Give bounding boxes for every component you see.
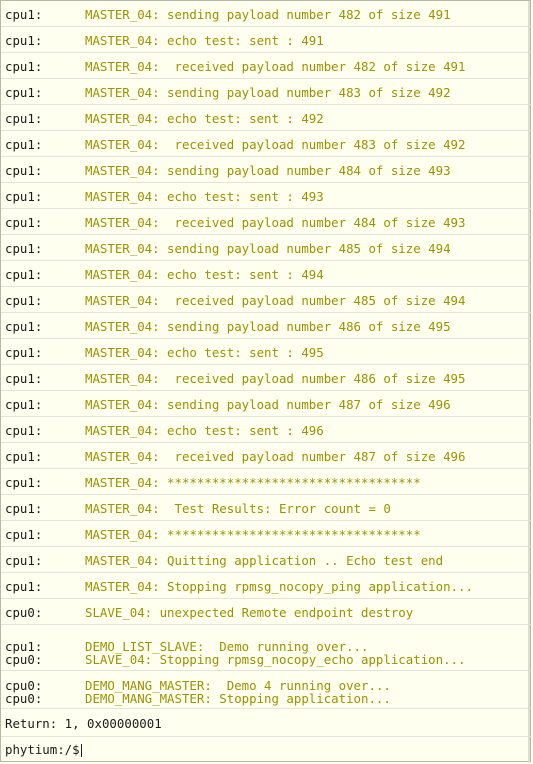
- log-source: cpu1:: [5, 553, 43, 568]
- log-message: MASTER_04: sending payload number 482 of…: [85, 7, 451, 22]
- log-line: cpu1: MASTER_04: echo test: sent : 495: [1, 339, 532, 365]
- log-message: MASTER_04: echo test: sent : 496: [85, 423, 324, 438]
- log-source: cpu1:: [5, 267, 43, 282]
- log-source: cpu1:: [5, 241, 43, 256]
- log-line: cpu1: MASTER_04: echo test: sent : 493: [1, 183, 532, 209]
- log-message: SLAVE_04: unexpected Remote endpoint des…: [85, 605, 414, 620]
- log-source: cpu1:: [5, 33, 43, 48]
- log-line: cpu0: DEMO_MANG_MASTER: Demo 4 running o…: [1, 678, 532, 693]
- return-line-row: Return: 1, 0x00000001: [1, 709, 532, 737]
- log-source: cpu1:: [5, 579, 43, 594]
- log-message: MASTER_04: sending payload number 486 of…: [85, 319, 451, 334]
- log-source: cpu1:: [5, 449, 43, 464]
- log-message: MASTER_04: Stopping rpmsg_nocopy_ping ap…: [85, 579, 473, 594]
- log-message: MASTER_04: echo test: sent : 495: [85, 345, 324, 360]
- log-line: cpu1: MASTER_04: sending payload number 4…: [1, 313, 532, 339]
- log-source: cpu0:: [5, 605, 43, 620]
- prompt-row[interactable]: phytium:/$: [1, 737, 532, 763]
- log-message: MASTER_04: sending payload number 484 of…: [85, 163, 451, 178]
- log-source: cpu1:: [5, 527, 43, 542]
- log-message: MASTER_04: Quitting application .. Echo …: [85, 553, 444, 568]
- scrollbar-track[interactable]: [528, 1, 530, 763]
- log-line: cpu0: DEMO_MANG_MASTER: Stopping applica…: [1, 691, 532, 706]
- log-source: cpu1:: [5, 293, 43, 308]
- log-source: cpu1:: [5, 475, 43, 490]
- log-line: cpu0: SLAVE_04: unexpected Remote endpoin…: [1, 599, 532, 625]
- log-message: MASTER_04: sending payload number 485 of…: [85, 241, 451, 256]
- log-line: cpu1: MASTER_04: Test Results: Error coun…: [1, 495, 532, 521]
- log-line: cpu1: MASTER_04: sending payload number 4…: [1, 157, 532, 183]
- log-line: cpu1: MASTER_04: echo test: sent : 496: [1, 417, 532, 443]
- text-cursor: [80, 744, 82, 757]
- log-line: cpu1: MASTER_04: sending payload number 4…: [1, 79, 532, 105]
- log-source: cpu1:: [5, 137, 43, 152]
- log-message: SLAVE_04: Stopping rpmsg_nocopy_echo app…: [85, 652, 466, 667]
- log-line: cpu1: MASTER_04: sending payload number 4…: [1, 1, 532, 27]
- log-source: cpu1:: [5, 163, 43, 178]
- log-message: MASTER_04: echo test: sent : 494: [85, 267, 324, 282]
- log-line: cpu1: MASTER_04: received payload number …: [1, 443, 532, 469]
- log-source: cpu0:: [5, 691, 43, 706]
- log-line: cpu1: MASTER_04: ************************…: [1, 521, 532, 547]
- return-value: Return: 1, 0x00000001: [5, 716, 162, 731]
- log-message: MASTER_04: *****************************…: [85, 475, 421, 490]
- log-message: MASTER_04: received payload number 484 o…: [85, 215, 466, 230]
- log-message: MASTER_04: echo test: sent : 491: [85, 33, 324, 48]
- log-line: cpu1: MASTER_04: Stopping rpmsg_nocopy_pi…: [1, 573, 532, 599]
- log-source: cpu1:: [5, 189, 43, 204]
- log-message: MASTER_04: *****************************…: [85, 527, 421, 542]
- log-line: cpu1: MASTER_04: ************************…: [1, 469, 532, 495]
- log-line: cpu1: MASTER_04: received payload number …: [1, 287, 532, 313]
- log-source: cpu1:: [5, 319, 43, 334]
- log-message: MASTER_04: sending payload number 483 of…: [85, 85, 451, 100]
- log-source: cpu1:: [5, 397, 43, 412]
- log-message: DEMO_MANG_MASTER: Stopping application..…: [85, 691, 391, 706]
- terminal-window[interactable]: cpu1: MASTER_04: sending payload number 4…: [0, 0, 532, 763]
- shell-prompt[interactable]: phytium:/$: [5, 742, 82, 757]
- log-line: cpu1: MASTER_04: echo test: sent : 494: [1, 261, 532, 287]
- log-source: cpu1:: [5, 215, 43, 230]
- log-line: cpu1: MASTER_04: received payload number …: [1, 53, 532, 79]
- log-source: cpu0:: [5, 652, 43, 667]
- log-message: MASTER_04: echo test: sent : 493: [85, 189, 324, 204]
- log-line: cpu1: MASTER_04: received payload number …: [1, 209, 532, 235]
- log-line: cpu1: MASTER_04: Quitting application .. …: [1, 547, 532, 573]
- log-line: cpu1: MASTER_04: received payload number …: [1, 365, 532, 391]
- log-line: cpu1: MASTER_04: sending payload number 4…: [1, 235, 532, 261]
- log-message: MASTER_04: received payload number 487 o…: [85, 449, 466, 464]
- log-line: cpu0: SLAVE_04: Stopping rpmsg_nocopy_ec…: [1, 652, 532, 667]
- log-line: cpu1: MASTER_04: echo test: sent : 491: [1, 27, 532, 53]
- log-source: cpu1:: [5, 423, 43, 438]
- log-source: cpu1:: [5, 85, 43, 100]
- log-line: cpu1: DEMO_LIST_SLAVE: Demo running over…: [1, 639, 532, 654]
- log-message: MASTER_04: sending payload number 487 of…: [85, 397, 451, 412]
- log-message: MASTER_04: received payload number 485 o…: [85, 293, 466, 308]
- prompt-text: phytium:/$: [5, 742, 80, 757]
- log-source: cpu1:: [5, 7, 43, 22]
- log-message: MASTER_04: received payload number 482 o…: [85, 59, 466, 74]
- log-source: cpu1:: [5, 59, 43, 74]
- log-line: cpu1: MASTER_04: echo test: sent : 492: [1, 105, 532, 131]
- log-source: cpu1:: [5, 371, 43, 386]
- log-source: cpu1:: [5, 501, 43, 516]
- log-source: cpu1:: [5, 111, 43, 126]
- log-line: cpu1: MASTER_04: sending payload number 4…: [1, 391, 532, 417]
- log-source: cpu1:: [5, 345, 43, 360]
- log-message: MASTER_04: Test Results: Error count = 0: [85, 501, 391, 516]
- log-message: MASTER_04: received payload number 486 o…: [85, 371, 466, 386]
- log-message: MASTER_04: echo test: sent : 492: [85, 111, 324, 126]
- log-block-demo-slave: cpu1: DEMO_LIST_SLAVE: Demo running over…: [1, 633, 532, 671]
- log-line: cpu1: MASTER_04: received payload number …: [1, 131, 532, 157]
- log-message: MASTER_04: received payload number 483 o…: [85, 137, 466, 152]
- log-block-demo-master: cpu0: DEMO_MANG_MASTER: Demo 4 running o…: [1, 671, 532, 709]
